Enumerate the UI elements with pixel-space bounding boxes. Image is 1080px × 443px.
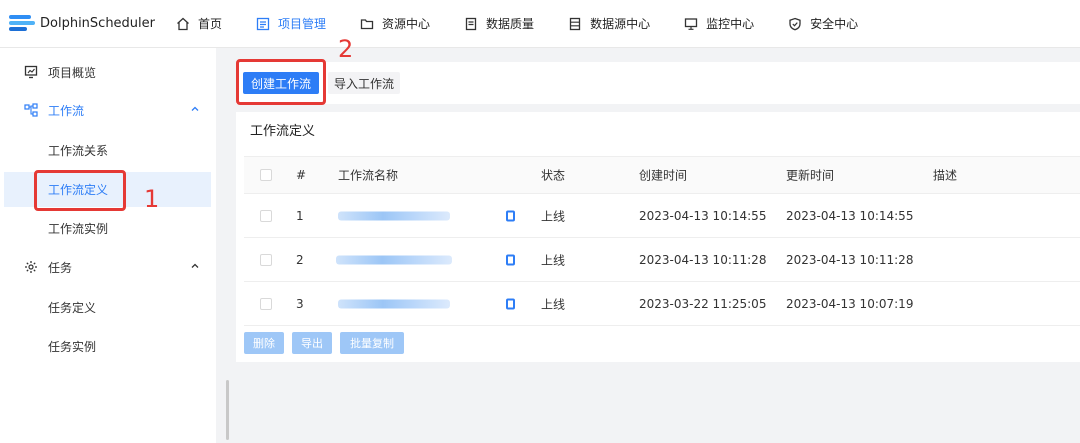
sidebar-item-label: 任务实例: [48, 339, 97, 354]
nav-security[interactable]: 安全中心: [788, 15, 858, 32]
row-checkbox[interactable]: [260, 253, 272, 266]
row-status: 上线: [541, 297, 566, 311]
app-logo[interactable]: DolphinScheduler: [6, 11, 176, 37]
row-index: 3: [296, 296, 304, 311]
scrollbar-thumb[interactable]: [226, 380, 229, 440]
row-checkbox[interactable]: [260, 297, 272, 310]
nav-project[interactable]: 项目管理: [256, 15, 326, 32]
workflow-table: # 工作流名称 状态 创建时间 更新时间 描述 1 上线 2023-04-13 …: [244, 156, 1080, 326]
sidebar-item-workflow-relation[interactable]: 工作流关系: [0, 132, 216, 168]
row-status: 上线: [541, 209, 566, 223]
annotation-number-2: 2: [338, 35, 354, 63]
row-updated-time: 2023-04-13 10:14:55: [786, 208, 914, 223]
column-header-description: 描述: [933, 168, 958, 183]
nav-datasource[interactable]: 数据源中心: [568, 15, 650, 32]
table-row: 1 上线 2023-04-13 10:14:55 2023-04-13 10:1…: [244, 194, 1080, 238]
workflow-name-redacted[interactable]: [338, 299, 450, 308]
nav-home-label: 首页: [198, 17, 223, 31]
import-workflow-button[interactable]: 导入工作流: [328, 72, 400, 94]
overview-icon: [24, 65, 38, 79]
nav-resource[interactable]: 资源中心: [360, 15, 430, 32]
annotation-number-1: 1: [144, 185, 160, 213]
sidebar-group-task-label: 任务: [48, 260, 73, 275]
nav-security-label: 安全中心: [810, 17, 859, 31]
column-header-name[interactable]: 工作流名称: [338, 167, 398, 184]
sidebar-item-label: 任务定义: [48, 300, 97, 315]
nav-data-quality[interactable]: 数据质量: [464, 15, 534, 32]
chevron-up-icon: [190, 260, 200, 274]
row-created-time: 2023-04-13 10:14:55: [639, 208, 767, 223]
nav-monitor-label: 监控中心: [706, 17, 755, 31]
column-header-status[interactable]: 状态: [541, 167, 565, 184]
sidebar-item-label: 工作流关系: [48, 143, 109, 158]
column-header-created[interactable]: 创建时间: [639, 167, 687, 184]
workflow-icon: [24, 103, 38, 117]
app-name: DolphinScheduler: [40, 16, 156, 31]
nav-monitor[interactable]: 监控中心: [684, 15, 754, 32]
batch-copy-button[interactable]: 批量复制: [340, 332, 404, 354]
workflow-name-redacted[interactable]: [338, 211, 450, 220]
sidebar-group-task[interactable]: 任务: [0, 249, 216, 285]
column-header-updated[interactable]: 更新时间: [786, 167, 834, 184]
table-row: 3 上线 2023-03-22 11:25:05 2023-04-13 10:0…: [244, 282, 1080, 326]
main-nav: 首页 项目管理 资源中心 数据质量 数据源中心 监控中心 安全中心: [176, 15, 892, 32]
row-created-time: 2023-03-22 11:25:05: [639, 296, 767, 311]
table-row: 2 上线 2023-04-13 10:11:28 2023-04-13 10:1…: [244, 238, 1080, 282]
sidebar-group-workflow[interactable]: 工作流: [0, 92, 216, 128]
document-icon: [465, 17, 477, 30]
nav-data-quality-label: 数据质量: [486, 17, 535, 31]
nav-project-label: 项目管理: [278, 17, 327, 31]
row-index: 2: [296, 252, 304, 267]
nav-home[interactable]: 首页: [176, 15, 222, 32]
row-updated-time: 2023-04-13 10:11:28: [786, 252, 914, 267]
dolphin-logo-icon: [6, 11, 38, 37]
annotation-box-2: [236, 59, 326, 105]
chevron-up-icon: [190, 103, 200, 117]
nav-datasource-label: 数据源中心: [590, 17, 651, 31]
sidebar-item-task-definition[interactable]: 任务定义: [0, 289, 216, 325]
copy-icon[interactable]: [506, 254, 515, 265]
copy-icon[interactable]: [506, 210, 515, 221]
monitor-icon: [684, 17, 698, 30]
sidebar-group-workflow-label: 工作流: [48, 103, 85, 118]
sidebar-item-overview[interactable]: 项目概览: [0, 54, 216, 90]
sidebar-item-label: 工作流实例: [48, 221, 109, 236]
sidebar-item-overview-label: 项目概览: [48, 65, 97, 80]
copy-icon[interactable]: [506, 298, 515, 309]
select-all-checkbox[interactable]: [260, 169, 272, 181]
workflow-name-redacted[interactable]: [336, 255, 452, 264]
top-nav-bar: DolphinScheduler 首页 项目管理 资源中心 数据质量 数据源中心…: [0, 0, 1080, 48]
row-created-time: 2023-04-13 10:11:28: [639, 252, 767, 267]
sidebar-item-workflow-instance[interactable]: 工作流实例: [0, 210, 216, 246]
row-updated-time: 2023-04-13 10:07:19: [786, 296, 914, 311]
sidebar-item-task-instance[interactable]: 任务实例: [0, 328, 216, 364]
project-icon: [256, 17, 270, 30]
card-title: 工作流定义: [250, 124, 316, 139]
nav-resource-label: 资源中心: [382, 17, 431, 31]
gear-icon: [24, 260, 38, 274]
row-index: 1: [296, 208, 304, 223]
folder-icon: [360, 18, 374, 29]
column-header-index: #: [296, 168, 307, 182]
row-status: 上线: [541, 253, 566, 267]
table-header: # 工作流名称 状态 创建时间 更新时间 描述: [244, 156, 1080, 194]
row-checkbox[interactable]: [260, 209, 272, 222]
shield-icon: [789, 17, 801, 30]
batch-export-button[interactable]: 导出: [292, 332, 332, 354]
home-icon: [177, 17, 189, 30]
batch-delete-button[interactable]: 删除: [244, 332, 284, 354]
annotation-box-1: [34, 170, 126, 211]
datasource-icon: [569, 17, 581, 30]
